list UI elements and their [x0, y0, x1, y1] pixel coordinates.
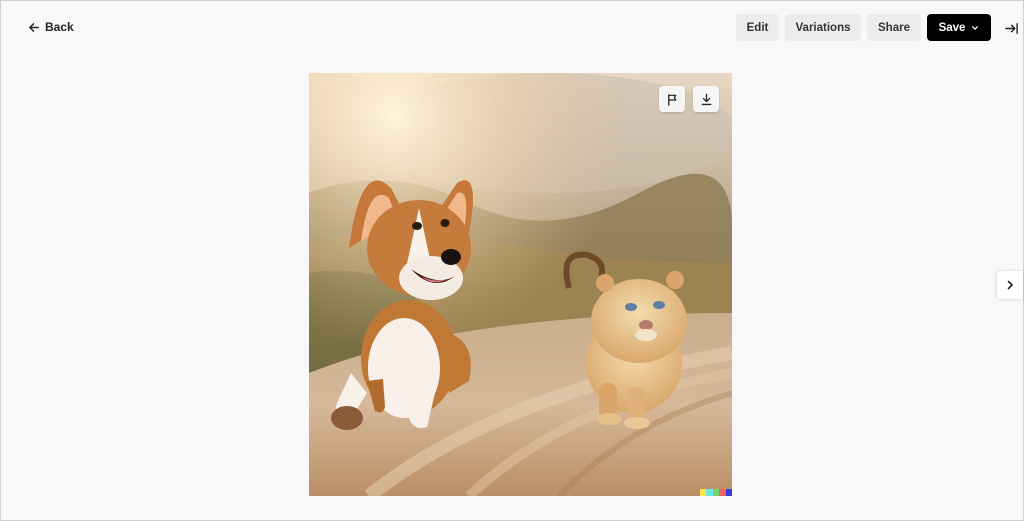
report-button[interactable] — [659, 86, 685, 112]
chevron-down-icon — [972, 25, 979, 30]
save-label: Save — [938, 21, 966, 34]
variations-label: Variations — [795, 21, 851, 34]
scene-image — [309, 73, 732, 496]
download-icon — [701, 93, 711, 105]
back-button[interactable]: Back — [28, 18, 74, 36]
collapse-panel-icon — [1004, 22, 1018, 34]
download-button[interactable] — [693, 86, 719, 112]
signature-color-bar — [699, 489, 732, 496]
flag-icon — [667, 93, 676, 106]
signature-swatch-blue — [725, 489, 732, 496]
collapse-panel-button[interactable] — [1002, 19, 1020, 37]
variations-button[interactable]: Variations — [785, 14, 861, 41]
arrow-left-icon — [29, 22, 39, 32]
generated-image[interactable] — [309, 73, 732, 496]
save-button[interactable]: Save — [927, 14, 991, 41]
next-image-button[interactable] — [997, 271, 1023, 299]
edit-label: Edit — [746, 21, 769, 34]
back-label: Back — [45, 20, 74, 34]
share-button[interactable]: Share — [867, 14, 921, 41]
edit-button[interactable]: Edit — [736, 14, 779, 41]
share-label: Share — [878, 21, 910, 34]
chevron-right-icon — [1007, 280, 1013, 290]
app-frame: Back Edit Variations Share Save — [0, 0, 1024, 521]
